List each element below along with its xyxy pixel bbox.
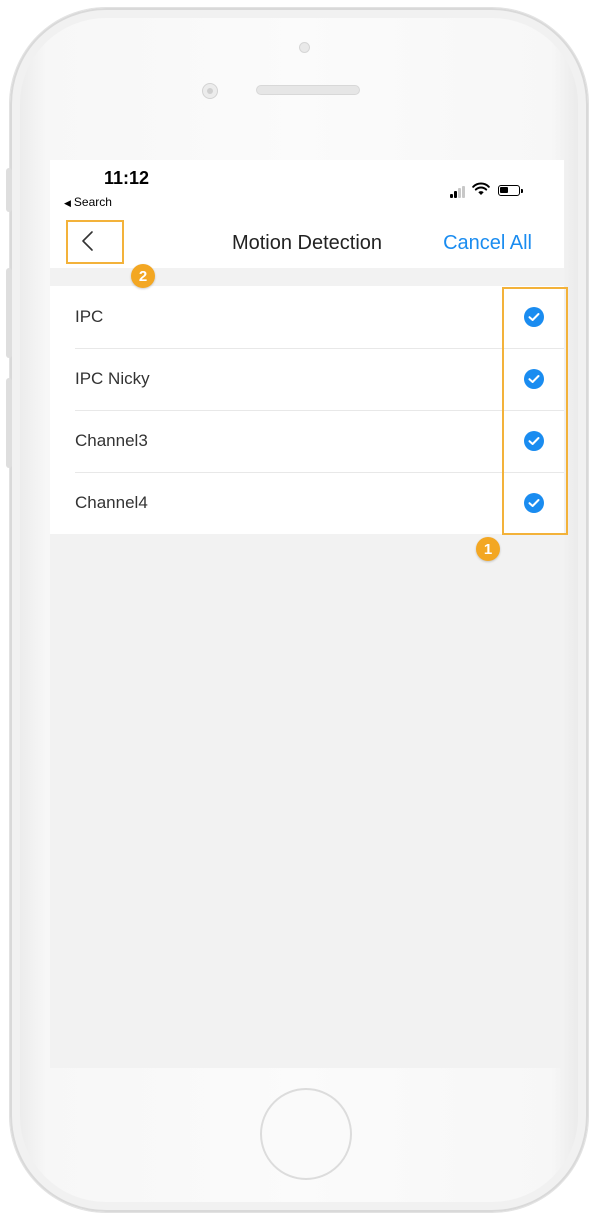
annotation-badge-1: 1 (476, 537, 500, 561)
channel-label: IPC Nicky (75, 369, 150, 388)
mute-switch (6, 168, 12, 212)
channel-row-ipc[interactable]: IPC (50, 286, 564, 348)
annotation-badge-2: 2 (131, 264, 155, 288)
screen: 11:12 ◀ Search Motion Detection Cancel Al… (50, 160, 564, 1068)
channel-label: Channel3 (75, 431, 148, 450)
volume-down-button (6, 378, 12, 468)
channel-label: IPC (75, 307, 104, 326)
earpiece-speaker (256, 85, 360, 95)
annotation-highlight-checks (502, 287, 568, 535)
cancel-all-button[interactable]: Cancel All (443, 232, 532, 255)
wifi-icon (472, 182, 490, 195)
home-button[interactable] (260, 1088, 352, 1180)
channel-row-channel3[interactable]: Channel3 (50, 410, 564, 472)
back-to-app-link[interactable]: ◀ Search (64, 195, 112, 209)
status-bar: 11:12 ◀ Search (50, 160, 564, 210)
navigation-bar: Motion Detection Cancel All (50, 210, 564, 268)
proximity-sensor (202, 83, 218, 99)
channel-row-ipc-nicky[interactable]: IPC Nicky (50, 348, 564, 410)
channel-list: IPC IPC Nicky Channel3 Channel4 (50, 286, 564, 534)
volume-up-button (6, 268, 12, 358)
channel-row-channel4[interactable]: Channel4 (50, 472, 564, 534)
channel-label: Channel4 (75, 493, 148, 512)
battery-icon (498, 185, 523, 196)
front-camera (299, 42, 310, 53)
back-app-label: Search (73, 195, 112, 209)
annotation-highlight-back (66, 220, 124, 264)
back-triangle-icon: ◀ (64, 198, 71, 208)
status-time: 11:12 (104, 168, 150, 188)
signal-icon (450, 186, 468, 198)
